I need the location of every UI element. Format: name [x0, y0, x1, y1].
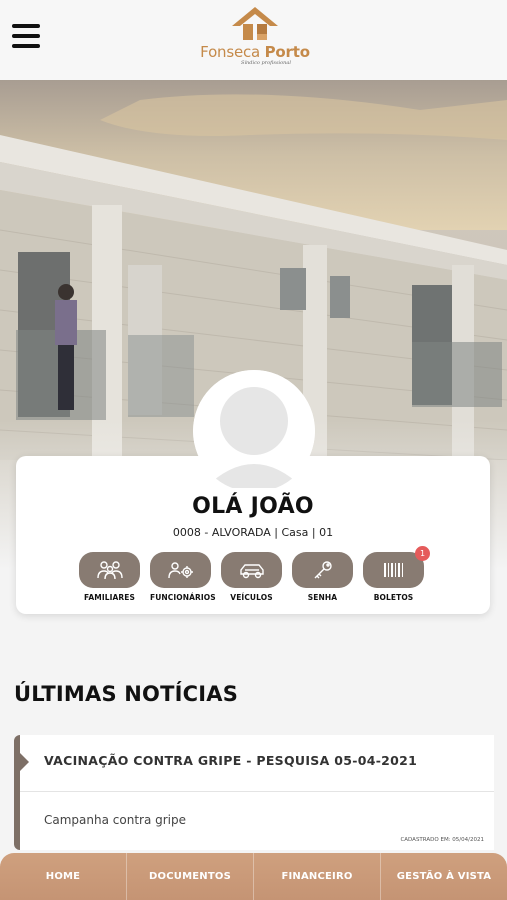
nav-financeiro[interactable]: FINANCEIRO: [254, 853, 381, 900]
action-label: VEÍCULOS: [230, 593, 273, 602]
funcionarios-button[interactable]: FUNCIONÁRIOS: [150, 552, 216, 602]
news-item[interactable]: VACINAÇÃO CONTRA GRIPE - PESQUISA 05-04-…: [14, 735, 494, 850]
quick-actions: FAMILIARES FUNCIONÁRIOS VEÍCULOS SENHA 1…: [79, 546, 430, 602]
news-section-title: ÚLTIMAS NOTÍCIAS: [14, 682, 239, 706]
key-icon: [292, 552, 353, 588]
action-label: BOLETOS: [373, 593, 414, 602]
menu-bar: [12, 24, 40, 28]
action-label: FAMILIARES: [84, 593, 135, 602]
senha-button[interactable]: SENHA: [292, 552, 353, 602]
menu-bar: [12, 34, 40, 38]
notification-badge: 1: [415, 546, 430, 561]
app-header: Fonseca Porto Síndico profissional: [0, 0, 507, 80]
hamburger-menu-icon[interactable]: [12, 24, 40, 48]
barcode-icon: 1: [363, 546, 430, 588]
nav-documentos[interactable]: DOCUMENTOS: [127, 853, 254, 900]
boletos-button[interactable]: 1 BOLETOS: [363, 546, 430, 602]
familiares-button[interactable]: FAMILIARES: [79, 552, 140, 602]
news-title: VACINAÇÃO CONTRA GRIPE - PESQUISA 05-04-…: [44, 753, 418, 768]
menu-bar: [12, 44, 40, 48]
bottom-navigation: HOME DOCUMENTOS FINANCEIRO GESTÃO À VIST…: [0, 853, 507, 900]
unit-info: 0008 - ALVORADA | Casa | 01: [172, 526, 334, 539]
staff-gears-icon: [150, 552, 211, 588]
news-date: CADASTRADO EM: 05/04/2021: [400, 837, 484, 843]
avatar[interactable]: [193, 370, 315, 492]
greeting-text: OLÁ JOÃO: [192, 494, 314, 519]
nav-home[interactable]: HOME: [0, 853, 127, 900]
veiculos-button[interactable]: VEÍCULOS: [221, 552, 282, 602]
divider: [20, 791, 494, 792]
car-icon: [221, 552, 282, 588]
news-body: Campanha contra gripe: [44, 813, 187, 827]
logo-wordmark: Fonseca Porto: [200, 43, 310, 61]
user-placeholder-icon: [193, 370, 315, 492]
nav-gestao-a-vista[interactable]: GESTÃO À VISTA: [381, 853, 507, 900]
action-label: FUNCIONÁRIOS: [150, 593, 216, 602]
news-marker-icon: [20, 753, 29, 771]
logo-mark-icon: [232, 7, 278, 40]
action-label: SENHA: [307, 593, 338, 602]
family-icon: [79, 552, 140, 588]
brand-logo: Fonseca Porto Síndico profissional: [200, 6, 310, 72]
